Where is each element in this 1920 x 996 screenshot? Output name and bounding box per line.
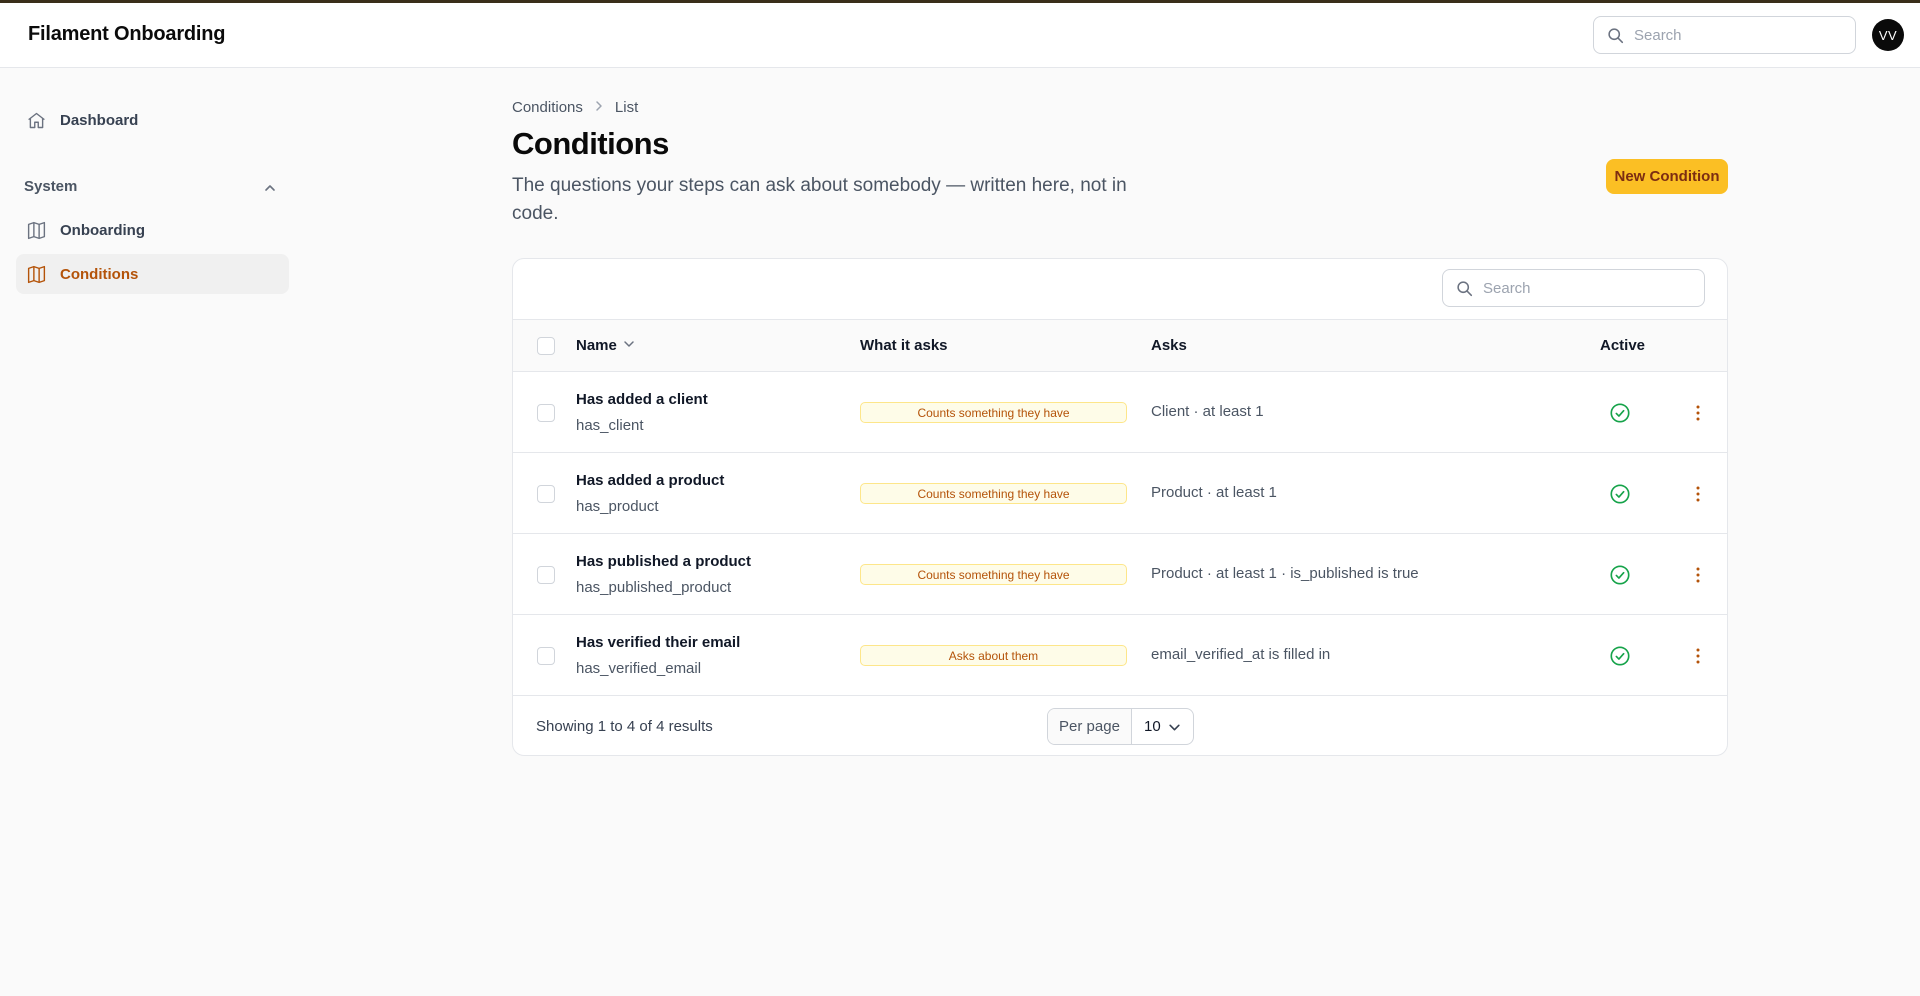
table-row[interactable]: Has published a product has_published_pr… (513, 534, 1727, 615)
column-header-asks: Asks (1151, 337, 1187, 354)
kind-badge: Asks about them (860, 645, 1127, 666)
per-page-select[interactable]: 10 (1132, 709, 1193, 744)
home-icon (26, 110, 47, 131)
condition-name: Has verified their email (576, 634, 741, 651)
check-circle-icon (1609, 483, 1631, 505)
condition-key: has_client (576, 417, 644, 434)
breadcrumb-list: List (614, 99, 639, 116)
chevron-up-icon[interactable] (262, 180, 278, 196)
map-icon (26, 220, 47, 241)
condition-asks: Product · at least 1 · is_published is t… (1151, 565, 1419, 582)
chevron-right-icon (593, 99, 605, 116)
condition-asks: Product · at least 1 (1151, 484, 1277, 501)
per-page-value: 10 (1144, 718, 1161, 735)
page-title: Conditions (512, 126, 669, 161)
row-checkbox[interactable] (537, 647, 555, 665)
row-checkbox[interactable] (537, 485, 555, 503)
condition-name: Has added a product (576, 472, 725, 489)
column-header-label: Name (576, 337, 617, 354)
condition-asks: Client · at least 1 (1151, 403, 1264, 420)
check-circle-icon (1609, 564, 1631, 586)
select-all-checkbox[interactable] (537, 337, 555, 355)
avatar[interactable]: VV (1872, 19, 1904, 51)
sidebar-item-onboarding[interactable]: Onboarding (16, 210, 289, 250)
condition-name: Has published a product (576, 553, 752, 570)
global-search[interactable] (1593, 16, 1856, 54)
column-header-what-it-asks: What it asks (860, 337, 948, 354)
sidebar-item-conditions[interactable]: Conditions (16, 254, 289, 294)
new-condition-button[interactable]: New Condition (1606, 159, 1728, 194)
kind-badge: Counts something they have (860, 564, 1127, 585)
check-circle-icon (1609, 402, 1631, 424)
topbar: Filament Onboarding VV (0, 3, 1920, 68)
app-title[interactable]: Filament Onboarding (28, 23, 226, 46)
column-header-name[interactable]: Name (576, 337, 635, 354)
condition-name: Has added a client (576, 391, 708, 408)
table-row[interactable]: Has added a client has_client Counts som… (513, 372, 1727, 453)
sidebar: Dashboard System Onboarding Conditions (0, 68, 300, 996)
table-search[interactable] (1442, 269, 1705, 307)
sidebar-item-label: Dashboard (60, 111, 139, 129)
kind-badge: Counts something they have (860, 402, 1127, 423)
global-search-input[interactable] (1634, 26, 1855, 44)
sidebar-item-dashboard[interactable]: Dashboard (16, 100, 289, 140)
chevron-down-icon (623, 337, 635, 354)
sidebar-item-label: Conditions (60, 265, 139, 283)
more-vertical-icon[interactable] (1687, 483, 1709, 505)
breadcrumb-conditions[interactable]: Conditions (512, 99, 583, 116)
table-row[interactable]: Has added a product has_product Counts s… (513, 453, 1727, 534)
more-vertical-icon[interactable] (1687, 402, 1709, 424)
row-checkbox[interactable] (537, 404, 555, 422)
search-icon (1456, 280, 1473, 297)
per-page-control: Per page 10 (1047, 708, 1194, 745)
breadcrumb: Conditions List (512, 99, 638, 116)
kind-badge: Counts something they have (860, 483, 1127, 504)
more-vertical-icon[interactable] (1687, 645, 1709, 667)
chevron-down-icon (1168, 721, 1181, 734)
table-search-input[interactable] (1483, 279, 1704, 297)
conditions-table: Name What it asks Asks Active Has added … (512, 258, 1728, 756)
results-count: Showing 1 to 4 of 4 results (536, 718, 713, 735)
sidebar-group-label: System (24, 178, 78, 195)
page-subtitle: The questions your steps can ask about s… (512, 175, 1127, 224)
per-page-label: Per page (1048, 709, 1132, 744)
table-row[interactable]: Has verified their email has_verified_em… (513, 615, 1727, 696)
condition-key: has_product (576, 498, 659, 515)
column-header-active: Active (1600, 337, 1646, 354)
table-header: Name What it asks Asks Active (513, 319, 1727, 372)
condition-key: has_published_product (576, 579, 732, 596)
sidebar-item-label: Onboarding (60, 221, 145, 239)
more-vertical-icon[interactable] (1687, 564, 1709, 586)
check-circle-icon (1609, 645, 1631, 667)
table-footer: Showing 1 to 4 of 4 results Per page 10 (513, 696, 1727, 755)
map-icon (26, 264, 47, 285)
condition-key: has_verified_email (576, 660, 702, 677)
search-icon (1607, 27, 1624, 44)
row-checkbox[interactable] (537, 566, 555, 584)
condition-asks: email_verified_at is filled in (1151, 646, 1331, 663)
